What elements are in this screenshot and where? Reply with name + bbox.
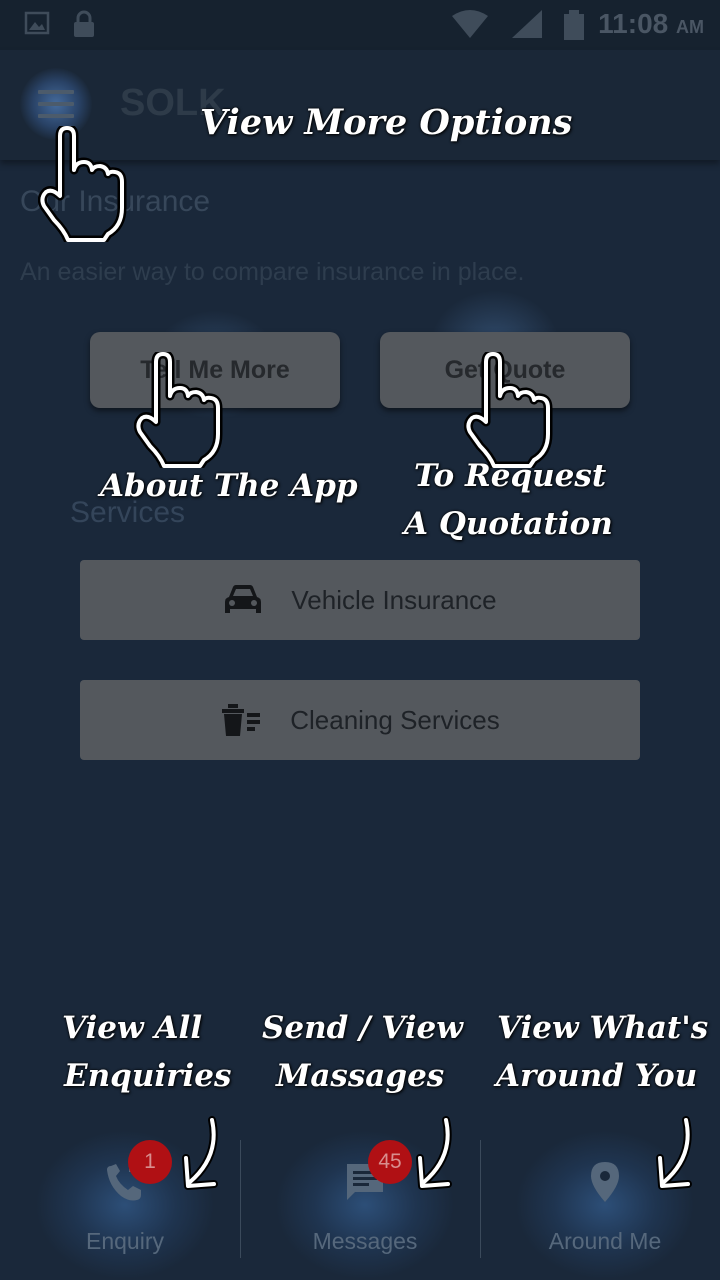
status-bar: 11:08 AM	[0, 0, 720, 50]
location-pin-icon	[591, 1162, 619, 1202]
enquiry-hint-line1: View All	[62, 1010, 203, 1046]
pointing-hand-icon	[464, 352, 553, 468]
lock-icon	[74, 10, 94, 37]
trash-list-icon	[220, 703, 262, 737]
car-icon	[223, 583, 263, 617]
wifi-icon	[452, 10, 488, 38]
messages-hint-line1: Send / View	[262, 1010, 463, 1046]
nav-enquiry-label: Enquiry	[86, 1228, 164, 1254]
tell-hint-text: About The App	[100, 468, 358, 504]
curved-arrow-icon	[416, 1116, 452, 1190]
vehicle-insurance-label: Vehicle Insurance	[291, 584, 497, 615]
enquiry-badge: 1	[128, 1140, 172, 1184]
nav-messages-label: Messages	[312, 1228, 418, 1254]
quote-hint-line2: A Quotation	[404, 506, 613, 542]
image-icon	[24, 11, 50, 35]
around-hint-line2: Around You	[496, 1058, 698, 1094]
status-time: 11:08 AM	[598, 8, 704, 40]
pointing-hand-icon	[38, 126, 127, 242]
nav-divider	[240, 1140, 241, 1258]
messages-badge: 45	[368, 1140, 412, 1184]
menu-hint-text: View More Options	[200, 102, 573, 143]
nav-around-me-label: Around Me	[548, 1228, 662, 1254]
tagline: An easier way to compare insurance in pl…	[20, 258, 525, 286]
messages-hint-line2: Massages	[276, 1058, 445, 1094]
cleaning-services-button[interactable]: Cleaning Services	[80, 680, 640, 760]
enquiry-hint-line2: Enquiries	[64, 1058, 232, 1094]
battery-icon	[564, 10, 584, 40]
around-hint-line1: View What's	[497, 1010, 709, 1046]
ampm-text: AM	[676, 17, 704, 37]
curved-arrow-icon	[182, 1116, 218, 1190]
curved-arrow-icon	[656, 1116, 692, 1190]
nav-divider	[480, 1140, 481, 1258]
vehicle-insurance-button[interactable]: Vehicle Insurance	[80, 560, 640, 640]
signal-icon	[512, 10, 542, 38]
pointing-hand-icon	[134, 352, 223, 468]
cleaning-services-label: Cleaning Services	[290, 704, 500, 735]
time-text: 11:08	[598, 8, 669, 39]
